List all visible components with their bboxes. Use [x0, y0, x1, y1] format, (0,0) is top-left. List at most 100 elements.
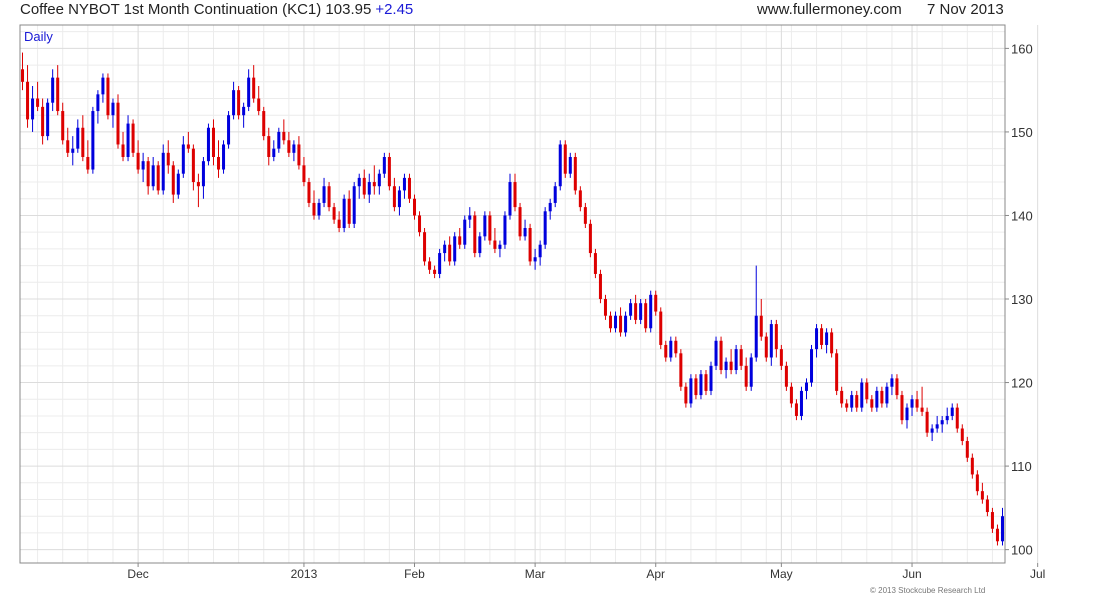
x-tick-label: 2013 [291, 567, 318, 581]
candle-body [593, 253, 597, 274]
candle-body [558, 144, 562, 187]
candle-body [578, 190, 582, 208]
candle-body [242, 106, 246, 116]
candle-body [654, 294, 658, 312]
candlestick-chart: 100 110 120 130 140 150 160 Dec 2013 Feb Mar Apr May… [19, 24, 1045, 581]
candle [377, 169, 381, 195]
candle [714, 336, 718, 371]
candle [880, 386, 884, 408]
candle-body [749, 357, 753, 387]
candle-body [201, 161, 205, 187]
candle-body [478, 236, 482, 254]
candle-body [473, 215, 477, 254]
candle [181, 136, 185, 178]
candle [664, 340, 668, 362]
candle [553, 182, 557, 208]
candle-body [850, 395, 854, 408]
candle [458, 228, 462, 249]
candle-body [206, 127, 210, 162]
candle-body [86, 156, 90, 170]
candle [588, 219, 592, 258]
candle [709, 361, 713, 396]
candle [473, 211, 477, 258]
candle-body [443, 244, 447, 254]
candle-body [855, 395, 859, 408]
candle-body [156, 165, 160, 191]
candle-body [347, 198, 351, 224]
candle-body [739, 349, 743, 366]
candle-body [141, 161, 145, 170]
candle-body [724, 361, 728, 371]
candle [31, 85, 35, 132]
candle-body [71, 148, 75, 153]
candle-body [840, 390, 844, 404]
candle-body [397, 190, 401, 208]
candle-body [237, 90, 241, 116]
candle-body [176, 173, 180, 195]
candle-body [784, 365, 788, 387]
candle [513, 173, 517, 212]
candle [518, 202, 522, 241]
candle [488, 211, 492, 245]
candle [955, 403, 959, 433]
candle-body [980, 491, 984, 500]
candle-body [905, 407, 909, 421]
candle [679, 349, 683, 391]
candle-body [754, 315, 758, 358]
candle [136, 140, 140, 174]
candle-body [804, 382, 808, 391]
candle-body [990, 512, 994, 529]
candle [548, 198, 552, 220]
candle [840, 386, 844, 408]
candle-body [267, 136, 271, 157]
candle-body [257, 98, 261, 112]
candle-body [583, 207, 587, 224]
candle [392, 177, 396, 212]
candle [201, 156, 205, 199]
candle-body [890, 378, 894, 387]
candle-body [880, 390, 884, 404]
candle [146, 156, 150, 195]
candle-body [689, 378, 693, 404]
candle-body [171, 165, 175, 195]
candle [945, 407, 949, 425]
gridlines [20, 25, 1039, 563]
candle [382, 152, 386, 178]
candle-body [533, 257, 537, 262]
candle [568, 152, 572, 178]
candle [186, 131, 190, 153]
candle [1000, 507, 1004, 546]
candle-body [664, 344, 668, 358]
candle-body [46, 102, 50, 137]
candle [106, 73, 110, 120]
candle [669, 336, 673, 362]
candle-body [292, 144, 296, 153]
candle-body [950, 407, 954, 416]
candle-body [679, 353, 683, 387]
candle [217, 140, 221, 178]
candle-body [372, 182, 376, 187]
plot-frame [19, 24, 1006, 564]
candle [191, 144, 195, 191]
candle-body [820, 328, 824, 345]
candle [815, 324, 819, 358]
candle-body [608, 315, 613, 329]
candle [734, 344, 738, 375]
candle-body [734, 349, 738, 371]
x-tick-label: Apr [646, 567, 665, 581]
candle [935, 415, 939, 433]
candle-body [810, 349, 814, 383]
candle [131, 119, 135, 157]
candle-body [191, 148, 195, 183]
candle-body [995, 528, 999, 542]
candle-body [639, 303, 643, 320]
candle [764, 332, 768, 362]
candle-body [428, 261, 432, 270]
candle [433, 265, 437, 279]
candle [804, 378, 808, 400]
candle [810, 344, 814, 387]
candle-body [669, 340, 673, 358]
candle-body [412, 198, 417, 216]
candle-body [759, 315, 763, 337]
candle [423, 228, 427, 266]
